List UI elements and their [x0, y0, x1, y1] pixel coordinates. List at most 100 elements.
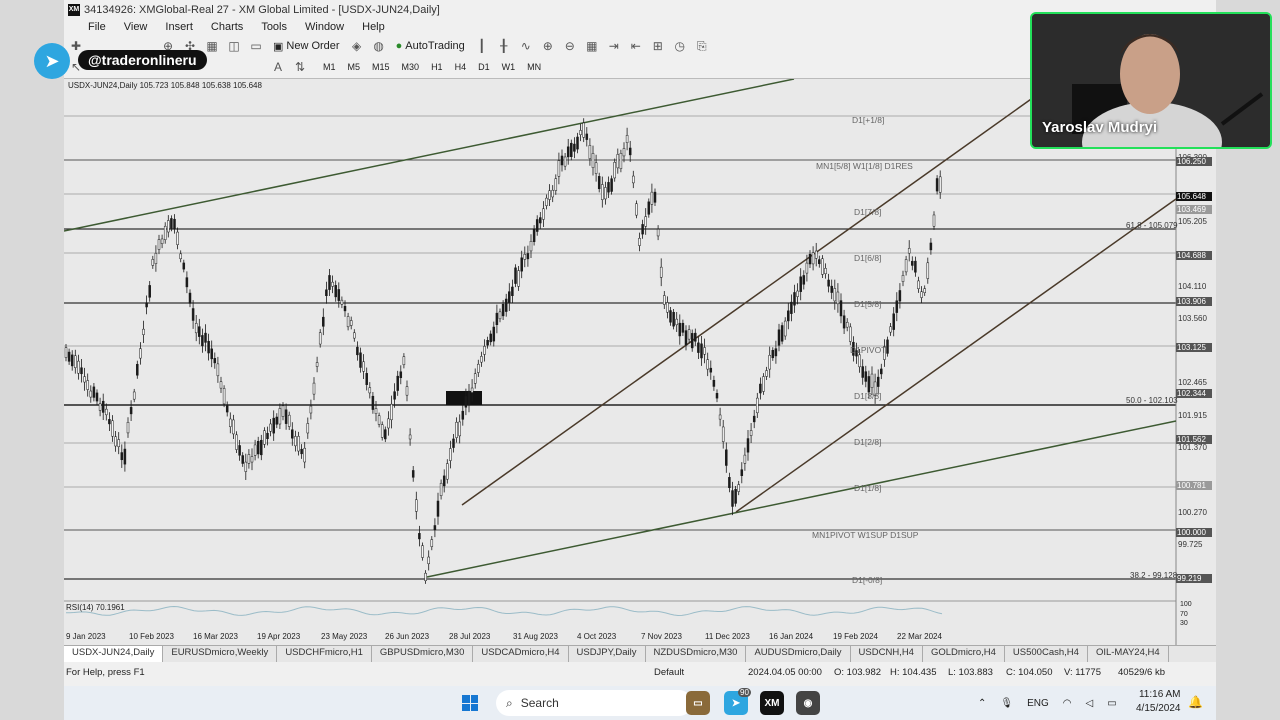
notification-icon[interactable]: 🔔 — [1188, 695, 1203, 709]
chart-tab[interactable]: EURUSDmicro,Weekly — [163, 646, 278, 662]
menu-help[interactable]: Help — [362, 21, 385, 33]
navigator-icon[interactable]: ◫ — [226, 38, 242, 54]
candle-body — [421, 545, 424, 558]
bar-chart-icon[interactable]: ┃ — [474, 38, 490, 54]
candle-body — [492, 326, 496, 342]
price-box: 100.000 — [1176, 528, 1212, 537]
candle-body — [721, 426, 725, 442]
tf-mn[interactable]: MN — [524, 61, 544, 73]
menu-tools[interactable]: Tools — [261, 21, 287, 33]
obs-app-icon[interactable]: ◉ — [796, 691, 820, 715]
chart-tab[interactable]: USDX-JUN24,Daily — [64, 646, 164, 662]
taskbar-search[interactable]: ⌕ Search — [496, 690, 692, 716]
candle-body — [700, 343, 703, 359]
chart-window[interactable]: USDX-JUN24,Daily 105.723 105.848 105.638… — [64, 78, 1216, 646]
wifi-icon[interactable]: ◠ — [1063, 698, 1072, 709]
zoom-out-icon[interactable]: ⊖ — [562, 38, 578, 54]
menu-insert[interactable]: Insert — [165, 21, 193, 33]
chart-tab[interactable]: OIL-MAY24,H4 — [1088, 646, 1169, 662]
battery-icon[interactable]: ▭ — [1107, 698, 1116, 709]
candle-chart-icon[interactable]: ╂ — [496, 38, 512, 54]
autotrading-button[interactable]: ● AutoTrading — [393, 37, 468, 55]
menu-file[interactable]: File — [88, 21, 106, 33]
fib-label: 50.0 - 102.103 — [1126, 396, 1178, 405]
candle-body — [659, 266, 663, 278]
line-chart-icon[interactable]: ∿ — [518, 38, 534, 54]
candle-body — [139, 348, 142, 359]
zoom-in-icon[interactable]: ⊕ — [540, 38, 556, 54]
price-tick: 100.270 — [1178, 508, 1207, 517]
autotrading-icon: ● — [395, 40, 403, 52]
speaker-icon[interactable]: ◁ — [1086, 698, 1094, 709]
candle-body — [777, 329, 781, 346]
microphone-icon[interactable]: 🎙 — [1000, 698, 1013, 709]
system-tray: ⌃ 🎙 ENG ◠ ◁ ▭ — [978, 686, 1117, 720]
candle-body — [393, 391, 396, 400]
templates-icon[interactable]: ⎘ — [694, 38, 710, 54]
autoscroll-icon[interactable]: ⇥ — [606, 38, 622, 54]
candle-body — [123, 448, 127, 465]
candle-body — [436, 500, 440, 517]
candle-body — [365, 373, 368, 385]
candle-body — [132, 391, 136, 400]
candle-body — [458, 421, 461, 437]
chart-tab[interactable]: USDCHFmicro,H1 — [277, 646, 372, 662]
chart-tab[interactable]: USDJPY,Daily — [569, 646, 646, 662]
menu-view[interactable]: View — [124, 21, 148, 33]
tf-m15[interactable]: M15 — [369, 61, 393, 73]
candle-body — [163, 225, 167, 240]
candle-body — [827, 279, 830, 287]
globe-icon[interactable]: ◍ — [371, 38, 387, 54]
tf-m5[interactable]: M5 — [345, 61, 364, 73]
chart-tab[interactable]: USDCNH,H4 — [851, 646, 923, 662]
candle-body — [681, 322, 685, 333]
tf-w1[interactable]: W1 — [499, 61, 519, 73]
new-order-button[interactable]: ▣ New Order — [270, 37, 343, 55]
candle-body — [300, 448, 303, 455]
menu-charts[interactable]: Charts — [211, 21, 243, 33]
chevron-up-icon[interactable]: ⌃ — [978, 698, 986, 709]
file-explorer-icon[interactable]: ▭ — [686, 691, 710, 715]
language-indicator[interactable]: ENG — [1027, 698, 1049, 709]
tf-m1[interactable]: M1 — [320, 61, 339, 73]
metaeditor-icon[interactable]: ◈ — [349, 38, 365, 54]
tf-m30[interactable]: M30 — [399, 61, 423, 73]
candle-body — [105, 408, 108, 416]
candle-body — [191, 308, 195, 321]
tf-h1[interactable]: H1 — [428, 61, 446, 73]
candle-body — [836, 291, 840, 305]
windows-start-icon[interactable] — [462, 695, 478, 711]
candle-body — [253, 444, 257, 456]
chart-tab[interactable]: AUDUSDmicro,Daily — [746, 646, 851, 662]
rsi-label: RSI(14) 70.1961 — [66, 603, 125, 612]
chart-tab[interactable]: USDCADmicro,H4 — [473, 646, 569, 662]
tile-icon[interactable]: ▦ — [584, 38, 600, 54]
candle-body — [415, 499, 418, 512]
candle-body — [170, 218, 173, 229]
periods-icon[interactable]: ◷ — [672, 38, 688, 54]
candle-body — [814, 250, 818, 259]
text-icon[interactable]: A — [270, 59, 286, 75]
arrows-icon[interactable]: ⇅ — [292, 59, 308, 75]
taskbar-clock[interactable]: 11:16 AM 4/15/2024 — [1136, 688, 1181, 716]
tf-h4[interactable]: H4 — [452, 61, 470, 73]
chart-tab[interactable]: US500Cash,H4 — [1005, 646, 1088, 662]
tf-d1[interactable]: D1 — [475, 61, 493, 73]
candle-body — [545, 197, 548, 206]
search-placeholder: Search — [520, 696, 559, 710]
chart-tab[interactable]: GOLDmicro,H4 — [923, 646, 1005, 662]
candle-body — [213, 358, 217, 364]
chart-shift-icon[interactable]: ⇤ — [628, 38, 644, 54]
date-tick: 26 Jun 2023 — [385, 632, 430, 641]
indicators-icon[interactable]: ⊞ — [650, 38, 666, 54]
candle-body — [901, 275, 905, 282]
xm-app-icon[interactable]: XM — [760, 691, 784, 715]
lower-trendline — [426, 420, 1177, 578]
terminal-icon[interactable]: ▭ — [248, 38, 264, 54]
grid-icon[interactable]: ▦ — [204, 38, 220, 54]
chart-tab[interactable]: GBPUSDmicro,M30 — [372, 646, 474, 662]
price-box: 106.250 — [1176, 157, 1212, 166]
chart-tab[interactable]: NZDUSDmicro,M30 — [646, 646, 747, 662]
candle-body — [368, 387, 372, 394]
menu-window[interactable]: Window — [305, 21, 344, 33]
